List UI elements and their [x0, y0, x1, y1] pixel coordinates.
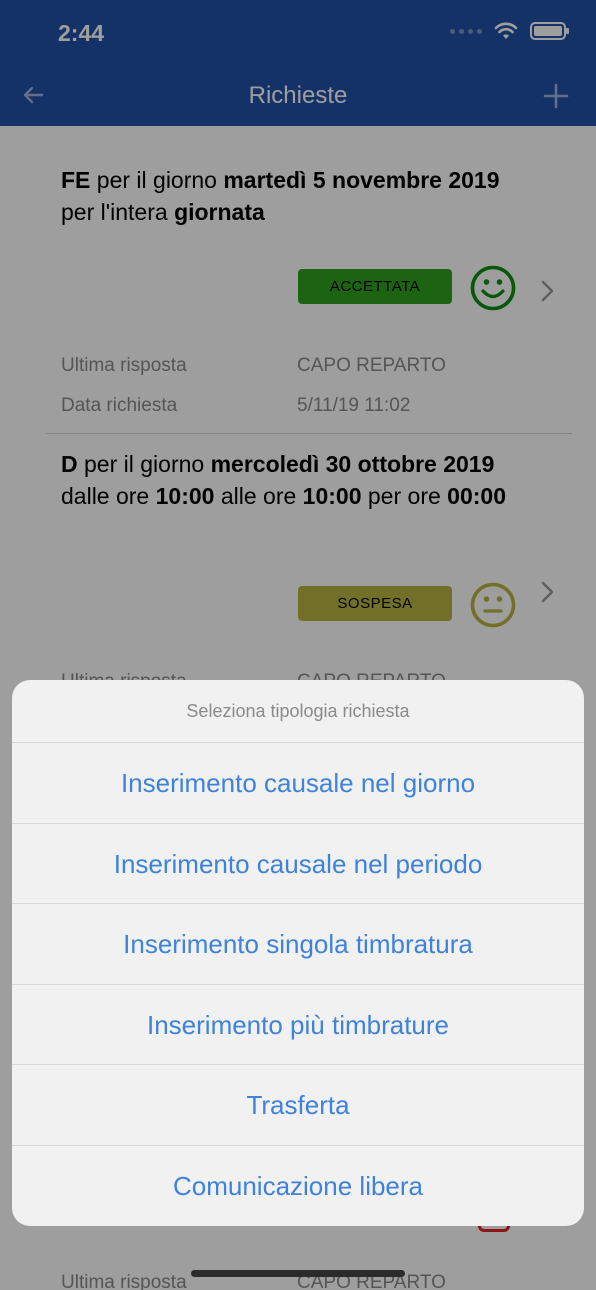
option-causale-giorno[interactable]: Inserimento causale nel giorno: [12, 743, 584, 824]
action-sheet-title: Seleziona tipologia richiesta: [12, 680, 584, 743]
option-piu-timbrature[interactable]: Inserimento più timbrature: [12, 985, 584, 1065]
home-indicator: [191, 1270, 405, 1277]
option-comunicazione-libera[interactable]: Comunicazione libera: [12, 1146, 584, 1227]
option-causale-periodo[interactable]: Inserimento causale nel periodo: [12, 824, 584, 904]
option-trasferta[interactable]: Trasferta: [12, 1065, 584, 1146]
option-singola-timbratura[interactable]: Inserimento singola timbratura: [12, 904, 584, 985]
action-sheet: Seleziona tipologia richiesta Inseriment…: [12, 680, 584, 1226]
